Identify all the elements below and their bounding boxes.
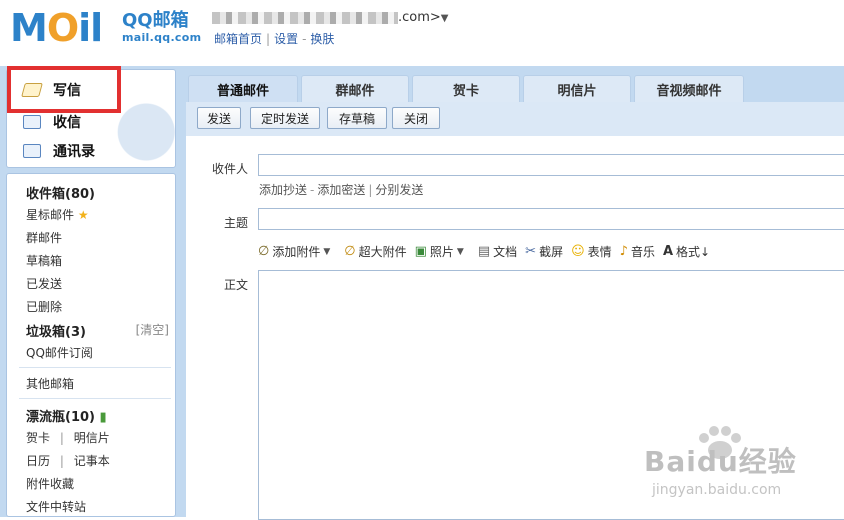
- blurred-email: [212, 11, 398, 24]
- link-skin[interactable]: 换肤: [310, 32, 334, 46]
- mail-type-tabs: 普通邮件 群邮件 贺卡 明信片 音视频邮件: [188, 75, 747, 102]
- recipient-input[interactable]: [258, 154, 844, 176]
- chevron-down-icon: ▼: [440, 13, 449, 24]
- link-settings[interactable]: 设置: [274, 32, 298, 46]
- document-button[interactable]: ▤ 文档: [478, 243, 517, 260]
- folder-sent[interactable]: 已发送: [26, 275, 62, 292]
- folder-list: 收件箱(80) 星标邮件 ★ 群邮件 草稿箱 已发送 已删除 垃圾箱(3) [清…: [6, 173, 176, 517]
- cc-links: 添加抄送 - 添加密送 | 分别发送: [259, 183, 424, 197]
- inbox-icon: [23, 115, 41, 129]
- watermark-brand: Baidu经验: [644, 445, 797, 478]
- folder-spam[interactable]: 垃圾箱(3): [26, 321, 86, 340]
- body-label: 正文: [223, 278, 248, 292]
- star-icon: ★: [77, 208, 89, 222]
- logo-title: QQ邮箱: [122, 10, 189, 31]
- subject-input[interactable]: [258, 208, 844, 230]
- calendar-notes-row: 日历 | 记事本: [26, 454, 110, 468]
- receive-button[interactable]: 收信: [23, 112, 81, 132]
- separate-send-link[interactable]: 分别发送: [375, 183, 423, 197]
- tab-postcard[interactable]: 明信片: [523, 75, 631, 102]
- folder-inbox[interactable]: 收件箱(80): [26, 183, 95, 202]
- music-note-icon: ♪: [619, 244, 628, 259]
- contacts-button[interactable]: 通讯录: [23, 141, 95, 161]
- attachment-favorites[interactable]: 附件收藏: [26, 475, 74, 492]
- watermark-url: jingyan.baidu.com: [652, 482, 782, 498]
- account-suffix: .com>: [398, 10, 441, 25]
- tab-av-mail[interactable]: 音视频邮件: [634, 75, 744, 102]
- header: MOil QQ邮箱 mail.qq.com .com>▼ 邮箱首页 | 设置 - 换肤: [0, 0, 844, 64]
- contact-card-icon: [23, 144, 41, 158]
- document-icon: ▤: [477, 244, 491, 259]
- logo-text: QQ邮箱 mail.qq.com: [122, 10, 202, 45]
- add-cc-link[interactable]: 添加抄送: [259, 183, 307, 197]
- drift-bottle[interactable]: 漂流瓶(10) ▮: [26, 406, 107, 425]
- other-mailbox[interactable]: 其他邮箱: [26, 375, 74, 392]
- folder-starred[interactable]: 星标邮件 ★: [26, 206, 89, 223]
- folder-deleted[interactable]: 已删除: [26, 298, 62, 315]
- link-calendar[interactable]: 日历: [26, 454, 50, 468]
- smiley-icon: ☺: [571, 244, 585, 259]
- add-bcc-link[interactable]: 添加密送: [317, 183, 365, 197]
- paperclip-icon: ∅: [344, 244, 356, 259]
- compose-toolbar: 发送 定时发送 存草稿 关闭: [186, 102, 844, 136]
- chevron-down-icon[interactable]: ▼: [323, 247, 330, 257]
- link-postcards[interactable]: 明信片: [74, 431, 110, 445]
- close-button[interactable]: 关闭: [392, 107, 440, 129]
- send-button[interactable]: 发送: [197, 107, 241, 129]
- tab-greeting-card[interactable]: 贺卡: [412, 75, 520, 102]
- add-attachment-button[interactable]: ∅ 添加附件 ▼: [258, 243, 336, 260]
- link-notes[interactable]: 记事本: [74, 454, 110, 468]
- file-transfer[interactable]: 文件中转站: [26, 498, 86, 515]
- divider: [19, 398, 171, 399]
- chevron-down-icon[interactable]: ▼: [457, 247, 464, 257]
- scissors-icon: ✂: [525, 244, 537, 259]
- link-mail-home[interactable]: 邮箱首页: [214, 32, 262, 46]
- photo-button[interactable]: ▣ 照片 ▼: [415, 243, 470, 260]
- folder-group[interactable]: 群邮件: [26, 229, 62, 246]
- save-draft-button[interactable]: 存草稿: [327, 107, 387, 129]
- screenshot-button[interactable]: ✂ 截屏: [525, 243, 563, 260]
- scheduled-send-button[interactable]: 定时发送: [250, 107, 320, 129]
- photo-icon: ▣: [414, 244, 427, 259]
- font-format-icon: A: [662, 244, 674, 259]
- link-cards[interactable]: 贺卡: [26, 431, 50, 445]
- divider: [19, 367, 171, 368]
- recipient-label: 收件人: [211, 162, 248, 176]
- tab-group-mail[interactable]: 群邮件: [301, 75, 409, 102]
- header-links: 邮箱首页 | 设置 - 换肤: [214, 32, 335, 46]
- sidebar: 写信 收信 通讯录 收件箱(80) 星标邮件 ★ 群邮件 草稿箱 已发送 已删除…: [0, 66, 180, 517]
- cards-postcards-row: 贺卡 | 明信片: [26, 431, 110, 445]
- attachment-toolbar: ∅ 添加附件 ▼ ∅ 超大附件 ▣ 照片 ▼ ▤ 文档 ✂ 截屏 ☺ 表情 ♪ 音乐 A 格式↓: [258, 243, 718, 260]
- emoji-button[interactable]: ☺ 表情: [571, 243, 612, 260]
- music-button[interactable]: ♪ 音乐: [620, 243, 655, 260]
- logo-url: mail.qq.com: [122, 31, 202, 44]
- folder-subscriptions[interactable]: QQ邮件订阅: [26, 344, 93, 361]
- empty-spam-link[interactable]: [清空]: [136, 321, 169, 338]
- compose-highlight-box: [7, 66, 121, 113]
- folder-drafts[interactable]: 草稿箱: [26, 252, 62, 269]
- large-attachment-button[interactable]: ∅ 超大附件: [344, 243, 406, 260]
- paperclip-icon: ∅: [258, 244, 270, 259]
- subject-label: 主题: [223, 216, 248, 230]
- format-button[interactable]: A 格式↓: [663, 243, 710, 260]
- qqmail-logo[interactable]: MOil: [10, 8, 103, 48]
- tab-normal-mail[interactable]: 普通邮件: [188, 75, 298, 102]
- bottle-icon: ▮: [99, 410, 107, 425]
- account-menu[interactable]: .com>▼: [212, 10, 449, 25]
